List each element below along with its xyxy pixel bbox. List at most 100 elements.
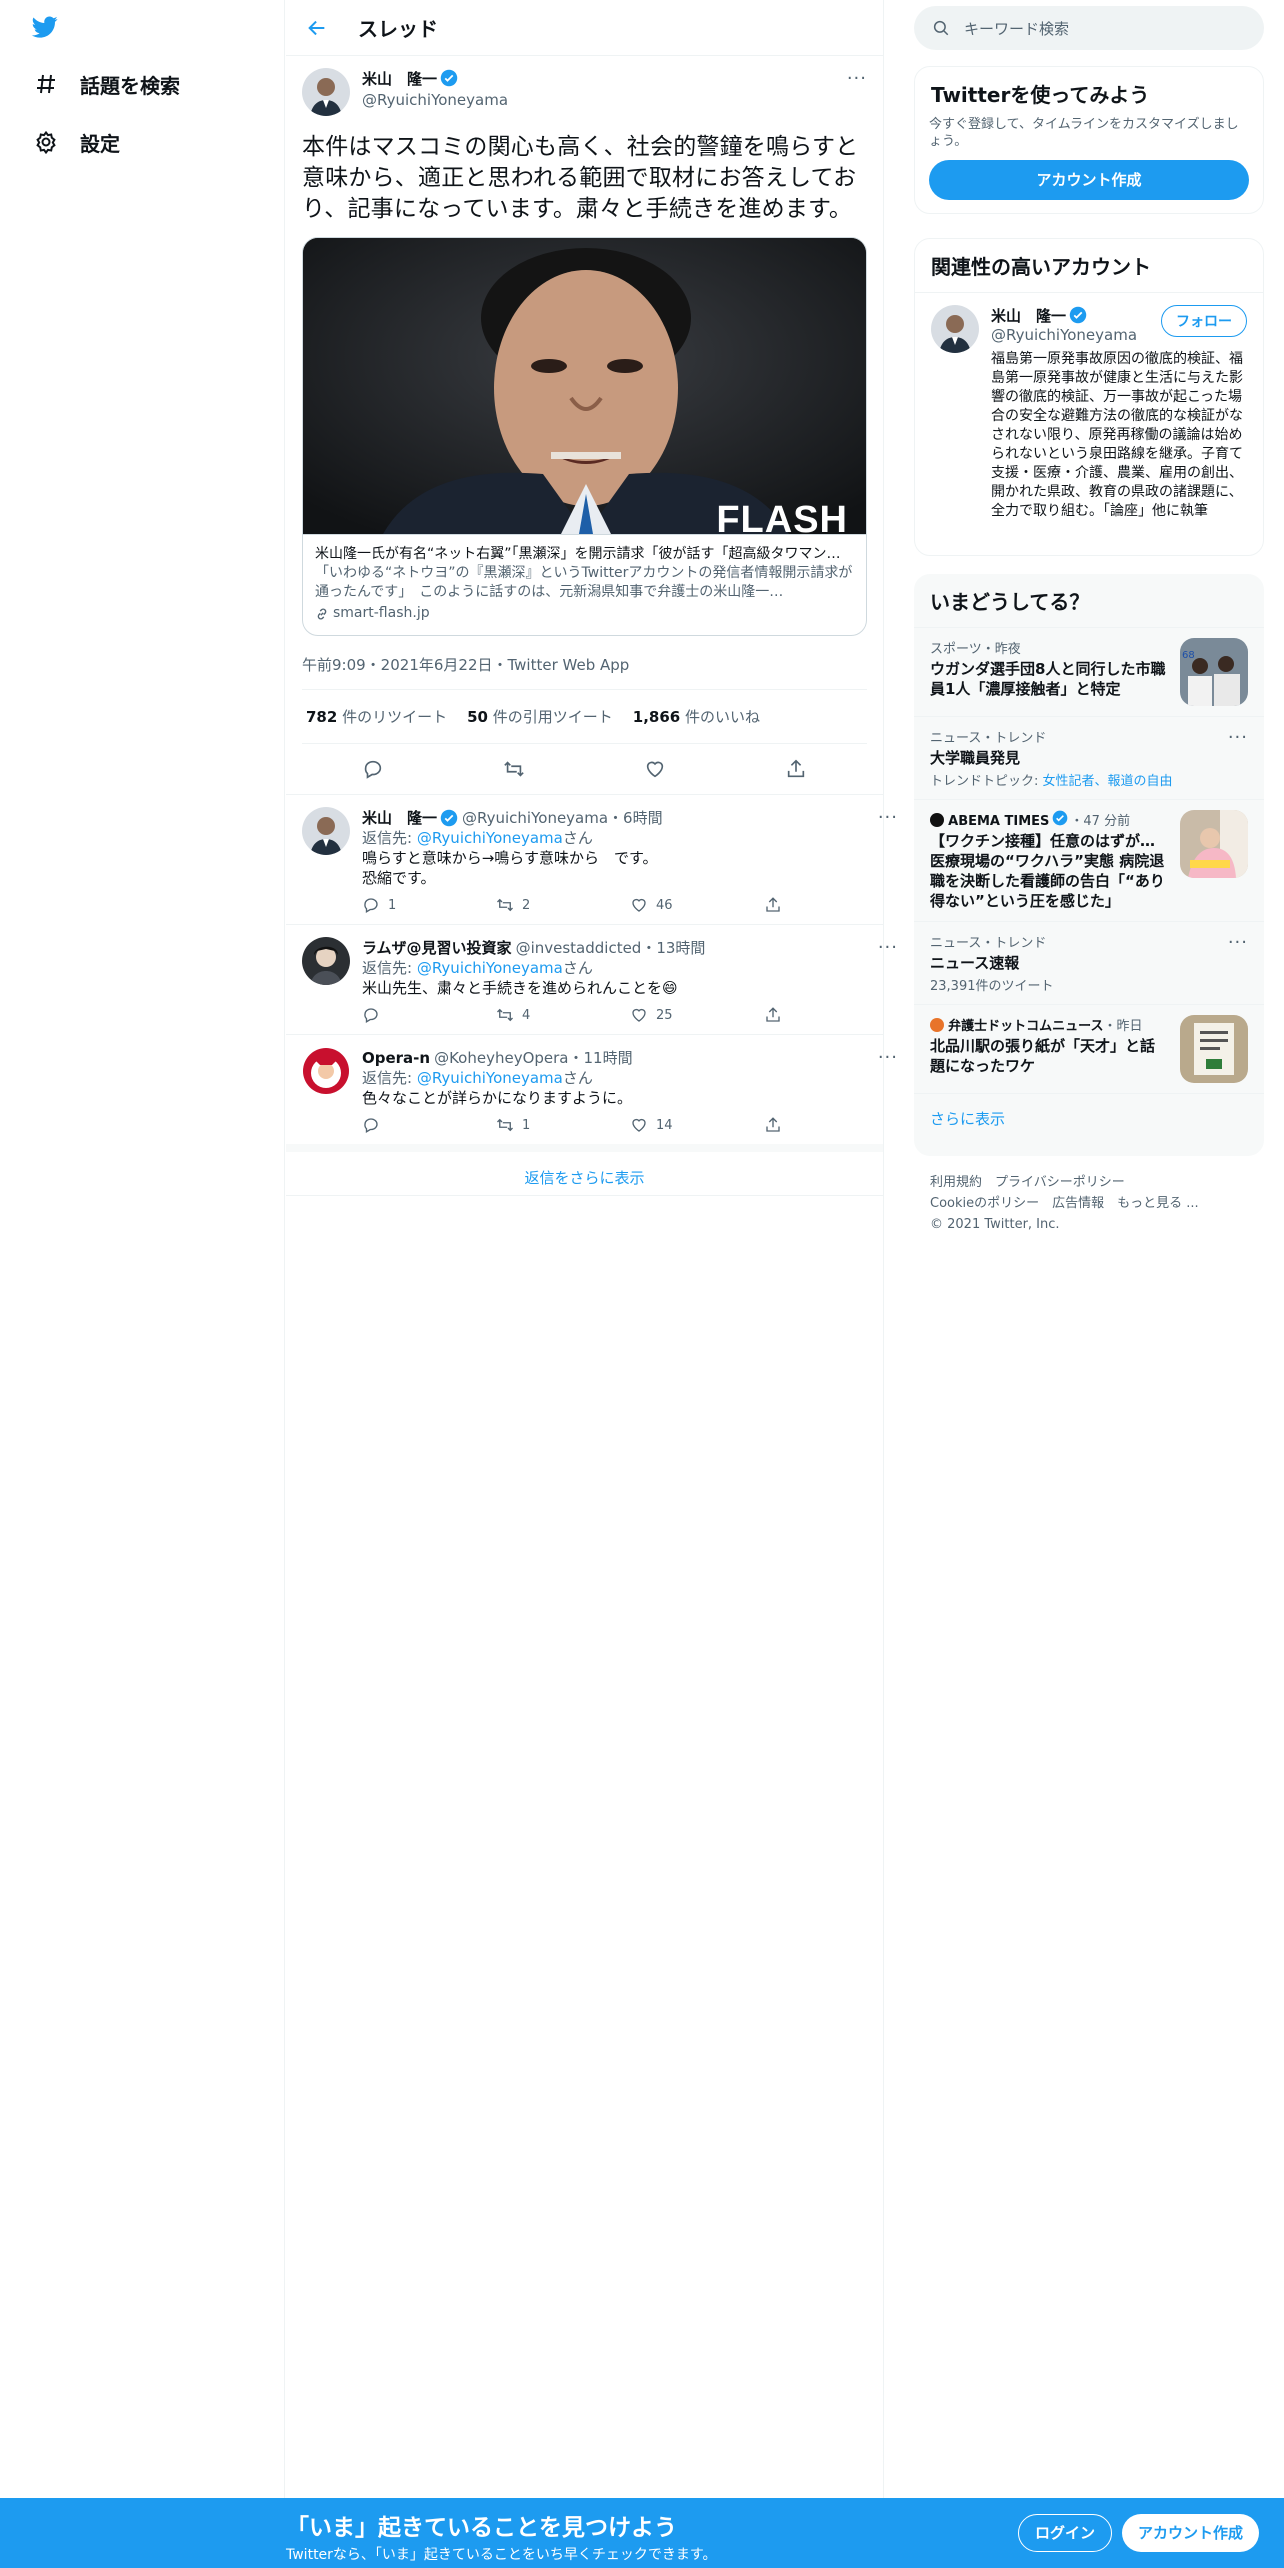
twitter-logo-icon[interactable] — [30, 14, 60, 40]
left-navigation: 話題を検索 設定 — [0, 0, 285, 2500]
reply-meta[interactable]: @KoheyheyOpera・11時間 — [434, 1047, 878, 1068]
thread-header: スレッド — [286, 0, 883, 56]
bengoshi-logo-icon — [930, 1018, 944, 1032]
avatar[interactable] — [302, 807, 350, 855]
abema-logo-icon — [930, 813, 944, 827]
reply-button[interactable] — [362, 1006, 496, 1024]
retweet-button[interactable]: 1 — [496, 1116, 630, 1134]
share-button[interactable] — [764, 896, 898, 914]
verified-badge-icon — [440, 809, 458, 827]
mention-link[interactable]: @RyuichiYoneyama — [417, 959, 563, 977]
more-options-icon[interactable]: ··· — [1228, 727, 1248, 789]
trend-name: ウガンダ選手団8人と同行した市職員1人「濃厚接触者」と特定 — [930, 660, 1166, 698]
retweet-button[interactable]: 2 — [496, 896, 630, 914]
banner-subtitle: Twitterなら、「いま」起きていることをいち早くチェックできます。 — [286, 2547, 717, 2563]
avatar[interactable] — [931, 305, 979, 353]
reply-author-name[interactable]: 米山 隆一 — [362, 807, 437, 828]
trend-name: 北品川駅の張り紙が「天才」と話題になったワケ — [930, 1037, 1156, 1075]
signup-title: Twitterを使ってみよう — [931, 83, 1150, 107]
reply-text: 米山先生、粛々と手続きを進められんことを😄 — [362, 979, 678, 997]
nav-settings[interactable]: 設定 — [0, 114, 120, 170]
banner-title: 「いま」起きていることを見つけよう — [286, 2515, 677, 2541]
avatar[interactable] — [302, 937, 350, 985]
quote-count[interactable]: 50 件の引用ツイート — [467, 706, 613, 727]
like-button[interactable]: 46 — [630, 896, 764, 914]
reply-button[interactable]: 1 — [362, 896, 496, 914]
search-input[interactable]: キーワード検索 — [964, 18, 1069, 39]
page-title: スレッド — [358, 17, 438, 41]
main-tweet: 米山 隆一 @RyuichiYoneyama ··· 本件はマスコミの関心も高く… — [286, 56, 883, 795]
more-options-icon[interactable]: ··· — [847, 68, 867, 89]
verified-badge-icon — [440, 69, 458, 87]
like-icon[interactable] — [644, 758, 666, 780]
retweet-count[interactable]: 782 件のリツイート — [306, 706, 447, 727]
share-button[interactable] — [764, 1006, 898, 1024]
trend-item[interactable]: ABEMA TIMES ・47 分前 【ワクチン接種】任意のはずが…医療現場の“ワ… — [914, 799, 1264, 921]
avatar[interactable] — [302, 68, 350, 116]
tweet-timestamp[interactable]: 午前9:09・2021年6月22日・Twitter Web App — [302, 640, 867, 690]
reply-author-name[interactable]: ラムザ@見習い投資家 — [362, 937, 512, 958]
like-button[interactable]: 25 — [630, 1006, 764, 1024]
trend-category: 弁護士ドットコムニュース・昨日 — [930, 1015, 1168, 1034]
link-icon — [315, 607, 329, 621]
trends-title: いまどうしてる？ — [930, 590, 1090, 614]
footer-links: 利用規約 プライバシーポリシー Cookieのポリシー 広告情報 もっと見る .… — [930, 1172, 1199, 1235]
trend-category: ニュース・トレンド — [930, 936, 1047, 951]
verified-badge-icon — [1069, 306, 1087, 324]
search-box[interactable]: キーワード検索 — [914, 6, 1264, 50]
reply-tweet[interactable]: Opera-n @KoheyheyOpera・11時間 ··· 返信先: @Ry… — [286, 1035, 897, 1144]
mention-link[interactable]: @RyuichiYoneyama — [417, 829, 563, 847]
retweet-button[interactable]: 4 — [496, 1006, 630, 1024]
banner-signup-button[interactable]: アカウント作成 — [1122, 2514, 1260, 2552]
reply-tweet[interactable]: ラムザ@見習い投資家 @investaddicted・13時間 ··· 返信先:… — [286, 925, 897, 1035]
reply-icon[interactable] — [362, 758, 384, 780]
trend-item[interactable]: 弁護士ドットコムニュース・昨日 北品川駅の張り紙が「天才」と話題になったワケ — [914, 1004, 1264, 1093]
trend-category: スポーツ・昨夜 — [930, 642, 1021, 657]
trend-item[interactable]: ニュース・トレンド ニュース速報 23,391件のツイート ··· — [914, 921, 1264, 1004]
trend-thumbnail — [1180, 810, 1248, 878]
more-options-icon[interactable]: ··· — [878, 807, 898, 828]
back-arrow-icon[interactable] — [306, 17, 328, 39]
retweet-icon[interactable] — [503, 758, 525, 780]
trend-item[interactable]: スポーツ・昨夜 ウガンダ選手団8人と同行した市職員1人「濃厚接触者」と特定 68 — [914, 627, 1264, 716]
author-handle[interactable]: @RyuichiYoneyama — [362, 91, 835, 109]
reply-button[interactable] — [362, 1116, 496, 1134]
nav-explore-label: 話題を検索 — [80, 73, 180, 98]
more-options-icon[interactable]: ··· — [1228, 932, 1248, 994]
share-icon[interactable] — [785, 758, 807, 780]
related-handle[interactable]: @RyuichiYoneyama — [991, 326, 1161, 344]
more-options-icon[interactable]: ··· — [878, 937, 898, 958]
thread-column: スレッド 米山 隆一 @RyuichiYoneyama ··· 本件はマスコミの… — [286, 0, 897, 2500]
show-more-replies-button[interactable]: 返信をさらに表示 — [286, 1144, 883, 1196]
mention-link[interactable]: @RyuichiYoneyama — [417, 1069, 563, 1087]
author-name[interactable]: 米山 隆一 — [362, 70, 437, 88]
link-card[interactable]: FLASH 米山隆一氏が有名“ネット右翼”「黒瀬深」を開示請求「彼が話す「超高級… — [302, 237, 867, 636]
card-title: 米山隆一氏が有名“ネット右翼”「黒瀬深」を開示請求「彼が話す「超高級タワマン」と… — [315, 546, 854, 562]
footer-line[interactable]: 利用規約 プライバシーポリシー — [930, 1172, 1199, 1193]
login-button[interactable]: ログイン — [1018, 2514, 1113, 2552]
card-description: 「いわゆる“ネトウヨ”の『黒瀬深』というTwitterアカウントの発信者情報開示… — [315, 565, 853, 600]
nav-settings-label: 設定 — [80, 131, 120, 156]
share-button[interactable] — [764, 1116, 898, 1134]
avatar[interactable] — [302, 1047, 350, 1095]
signup-description: 今すぐ登録して、タイムラインをカスタマイズしましょう。 — [929, 117, 1239, 149]
reply-meta[interactable]: @investaddicted・13時間 — [516, 937, 878, 958]
reply-tweet[interactable]: 米山 隆一 @RyuichiYoneyama・6時間 ··· 返信先: @Ryu… — [286, 795, 897, 925]
reply-to: 返信先: @RyuichiYoneyamaさん — [362, 959, 593, 977]
footer-line[interactable]: Cookieのポリシー 広告情報 もっと見る ... — [930, 1193, 1199, 1214]
trends-show-more[interactable]: さらに表示 — [914, 1093, 1264, 1143]
trend-item[interactable]: ニュース・トレンド 大学職員発見 トレンドトピック: 女性記者、報道の自由 ··… — [914, 716, 1264, 799]
reply-author-name[interactable]: Opera-n — [362, 1049, 430, 1067]
like-button[interactable]: 14 — [630, 1116, 764, 1134]
follow-button[interactable]: フォロー — [1161, 305, 1247, 337]
more-options-icon[interactable]: ··· — [878, 1047, 898, 1068]
trend-subtitle: トレンドトピック: 女性記者、報道の自由 — [930, 774, 1173, 789]
reply-meta[interactable]: @RyuichiYoneyama・6時間 — [462, 807, 878, 828]
related-name[interactable]: 米山 隆一 — [991, 307, 1066, 325]
like-count[interactable]: 1,866 件のいいね — [633, 706, 760, 727]
search-icon — [932, 19, 950, 37]
tweet-text: 本件はマスコミの関心も高く、社会的警鐘を鳴らすと意味から、適正と思われる範囲で取… — [302, 134, 859, 222]
copyright: © 2021 Twitter, Inc. — [930, 1217, 1060, 1232]
nav-explore[interactable]: 話題を検索 — [0, 56, 180, 112]
create-account-button[interactable]: アカウント作成 — [929, 160, 1249, 200]
